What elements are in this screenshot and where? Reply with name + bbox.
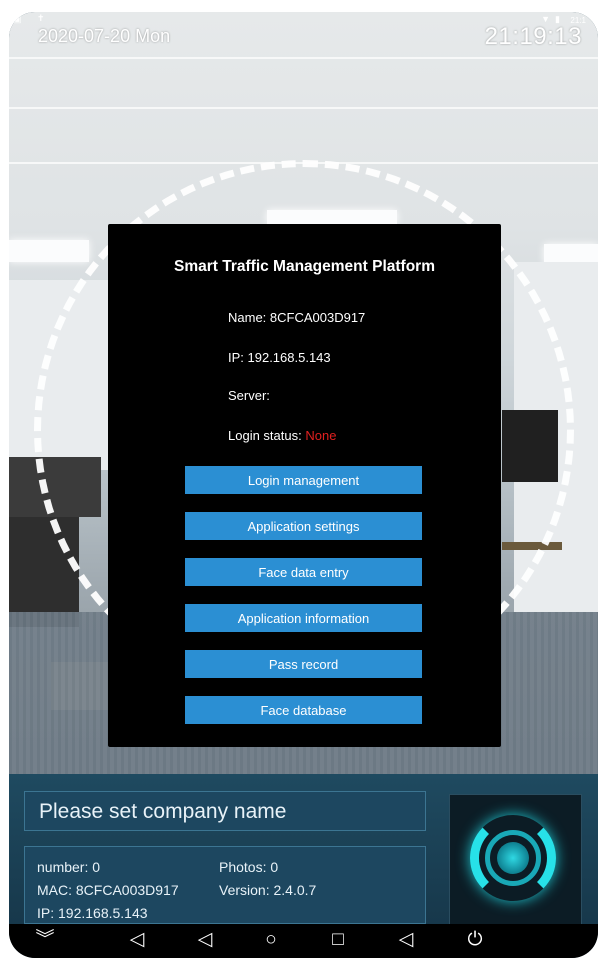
- login-status-value: None: [305, 428, 337, 443]
- power-icon[interactable]: ⏻: [460, 930, 490, 950]
- mac-address: MAC: 8CFCA003D917: [37, 882, 179, 898]
- status-bar: ▣ ✝ ▼ ▮ 21:1 2020-07-20 Mon 21:19:13: [9, 12, 598, 58]
- management-dialog: Smart Traffic Management Platform Name: …: [108, 224, 501, 747]
- device-name: Name: 8CFCA003D917: [228, 310, 366, 325]
- face-data-entry-button[interactable]: Face data entry: [185, 558, 422, 586]
- number-count: number: 0: [37, 859, 101, 875]
- volume-up-icon[interactable]: ◁: [391, 930, 421, 950]
- time-display: 21:19:13: [484, 23, 582, 50]
- ceiling-light: [9, 240, 89, 262]
- panel-ip: IP: 192.168.5.143: [37, 905, 148, 921]
- volume-down-icon[interactable]: ◁: [122, 930, 152, 950]
- dialog-title: Smart Traffic Management Platform: [174, 258, 435, 275]
- server-address: Server:: [228, 388, 270, 403]
- face-scan-indicator: [449, 794, 582, 926]
- photos-count: Photos: 0: [219, 859, 279, 875]
- ceiling-line: [9, 107, 598, 109]
- login-management-button[interactable]: Login management: [185, 466, 422, 494]
- scan-core-icon: [497, 842, 529, 874]
- date-display: 2020-07-20 Mon: [38, 26, 171, 46]
- info-panel: Please set company name number: 0 Photos…: [9, 774, 598, 926]
- pass-record-button[interactable]: Pass record: [185, 650, 422, 678]
- usb-icon: ✝: [37, 13, 45, 23]
- back-icon[interactable]: ◁: [190, 930, 220, 950]
- device-info-box: number: 0 Photos: 0 MAC: 8CFCA003D917 Ve…: [24, 846, 426, 924]
- navigation-bar: ︾ ◁ ◁ ○ □ ◁ ⏻: [9, 924, 598, 958]
- home-icon[interactable]: ○: [256, 930, 286, 950]
- notification-icon: ▣: [13, 14, 22, 24]
- collapse-icon[interactable]: ︾: [30, 930, 60, 950]
- ceiling-light: [544, 244, 598, 264]
- application-information-button[interactable]: Application information: [185, 604, 422, 632]
- device-screen: ▣ ✝ ▼ ▮ 21:1 2020-07-20 Mon 21:19:13 Sma…: [9, 12, 598, 958]
- app-version: Version: 2.4.0.7: [219, 882, 317, 898]
- recents-icon[interactable]: □: [323, 930, 353, 950]
- company-name[interactable]: Please set company name: [24, 791, 426, 831]
- application-settings-button[interactable]: Application settings: [185, 512, 422, 540]
- face-database-button[interactable]: Face database: [185, 696, 422, 724]
- device-ip: IP: 192.168.5.143: [228, 350, 331, 365]
- login-status-label: Login status:: [228, 428, 302, 443]
- login-status: Login status: None: [228, 428, 336, 443]
